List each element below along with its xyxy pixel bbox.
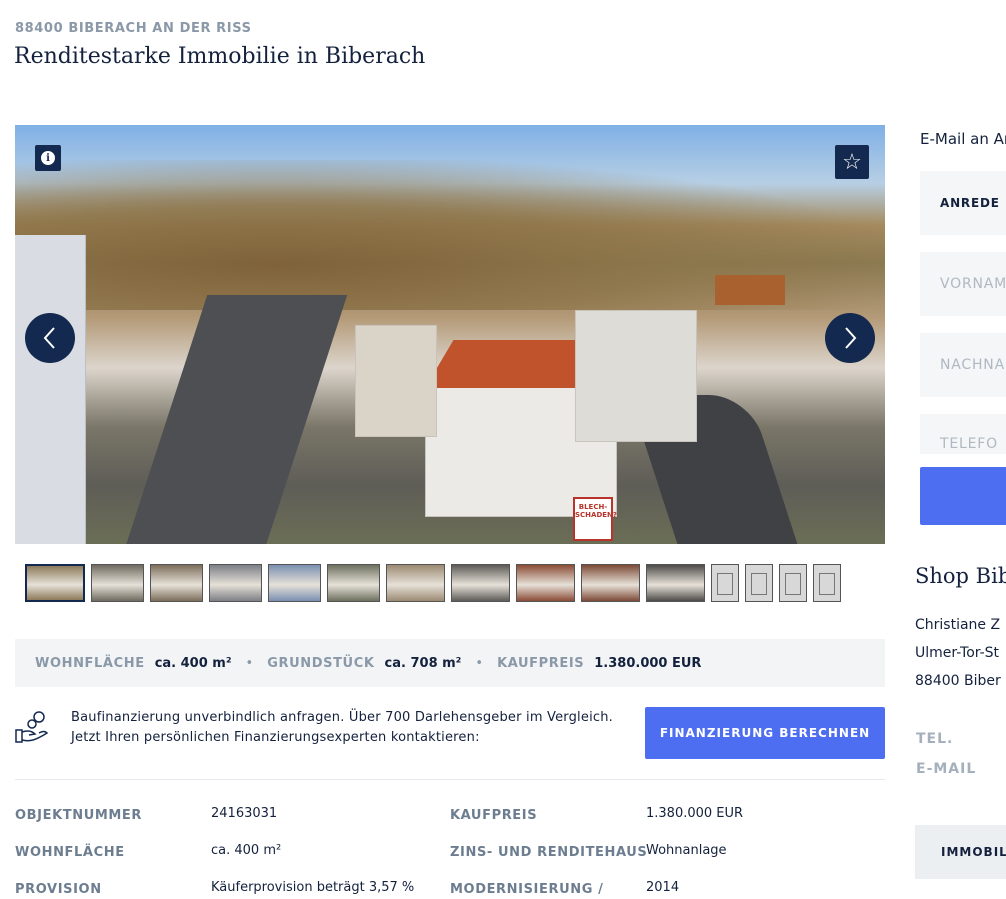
thumbnail-strip — [25, 564, 841, 604]
money-hand-icon — [15, 711, 49, 743]
detail-wohnflaeche-label: WOHNFLÄCHE — [15, 845, 125, 860]
fact-grundstueck-value: ca. 708 m² — [384, 655, 462, 671]
favorite-button[interactable]: ☆ — [835, 145, 869, 179]
fact-kaufpreis-label: KAUFPREIS — [497, 655, 585, 671]
detail-objektnummer-value: 24163031 — [211, 806, 278, 821]
thumbnail-photo[interactable] — [516, 564, 575, 602]
thumbnail-floorplan[interactable] — [745, 564, 773, 602]
thumbnail-photo[interactable] — [268, 564, 321, 602]
info-icon: i — [41, 151, 55, 165]
hero-image[interactable]: BLECH-SCHADEN? i ☆ — [15, 125, 885, 544]
detail-objektnummer-label: OBJEKTNUMMER — [15, 808, 143, 823]
thumbnail-photo[interactable] — [581, 564, 640, 602]
fact-grundstueck-label: GRUNDSTÜCK — [267, 655, 375, 671]
page-title: Renditestarke Immobilie in Biberach — [14, 44, 426, 69]
telefon-input[interactable]: TELEFO — [920, 414, 1006, 454]
hero-building-corner — [575, 310, 697, 442]
divider — [15, 779, 885, 780]
star-icon: ☆ — [842, 149, 862, 175]
fact-separator: • — [245, 655, 254, 671]
thumbnail-floorplan[interactable] — [813, 564, 841, 602]
finance-text: Baufinanzierung unverbindlich anfragen. … — [71, 708, 613, 748]
fact-wohnflaeche-value: ca. 400 m² — [154, 655, 232, 671]
shop-title: Shop Bib — [915, 564, 1006, 588]
thumbnail-photo[interactable] — [25, 564, 85, 602]
thumbnail-floorplan[interactable] — [711, 564, 739, 602]
thumbnail-floorplan[interactable] — [779, 564, 807, 602]
contact-form-title: E-Mail an Ar — [920, 130, 1006, 148]
detail-wohnflaeche-value: ca. 400 m² — [211, 843, 282, 858]
thumbnail-photo[interactable] — [386, 564, 445, 602]
detail-modernisierung-label: MODERNISIERUNG / — [450, 882, 604, 897]
thumbnail-photo[interactable] — [646, 564, 705, 602]
detail-provision-value: Käuferprovision beträgt 3,57 % — [211, 880, 415, 895]
hero-tower-block — [15, 235, 86, 544]
calculate-financing-button[interactable]: FINANZIERUNG BERECHNEN — [645, 707, 885, 759]
nachname-input[interactable]: NACHNA — [920, 333, 1006, 397]
thumbnail-photo[interactable] — [451, 564, 510, 602]
shop-street: Ulmer-Tor-St — [915, 645, 1000, 661]
detail-kaufpreis-label: KAUFPREIS — [450, 808, 538, 823]
vorname-input[interactable]: VORNAM — [920, 252, 1006, 316]
thumbnail-photo[interactable] — [327, 564, 380, 602]
shop-email-label: E-MAIL — [916, 761, 977, 777]
finance-line-2: Jetzt Ihren persönlichen Finanzierungsex… — [71, 730, 480, 745]
key-facts-bar: WOHNFLÄCHE ca. 400 m² • GRUNDSTÜCK ca. 7… — [15, 639, 885, 687]
detail-modernisierung-value: 2014 — [646, 880, 680, 895]
contact-submit-button[interactable] — [920, 467, 1006, 525]
hero-road — [122, 295, 348, 544]
info-button[interactable]: i — [35, 145, 61, 171]
gallery-prev-button[interactable] — [25, 313, 75, 363]
finance-line-1: Baufinanzierung unverbindlich anfragen. … — [71, 710, 614, 725]
hero-roof-yellow-house — [715, 275, 785, 305]
hero-building-row — [355, 325, 437, 437]
thumbnail-photo[interactable] — [150, 564, 203, 602]
shop-city: 88400 Biber — [915, 673, 1001, 689]
fact-separator: • — [475, 655, 484, 671]
detail-kaufpreis-value: 1.380.000 EUR — [646, 806, 744, 821]
fact-kaufpreis-value: 1.380.000 EUR — [594, 655, 702, 671]
fact-wohnflaeche-label: WOHNFLÄCHE — [35, 655, 145, 671]
thumbnail-photo[interactable] — [91, 564, 144, 602]
hero-sign: BLECH-SCHADEN? — [573, 497, 617, 541]
shop-tel-label: TEL. — [916, 731, 954, 747]
shop-contact-name: Christiane Z — [915, 617, 1001, 633]
detail-provision-label: PROVISION — [15, 882, 102, 897]
detail-typ-value: Wohnanlage — [646, 843, 727, 858]
anrede-select[interactable]: ANREDE — [920, 171, 1006, 235]
detail-typ-label: ZINS- UND RENDITEHAUS — [450, 845, 648, 860]
chevron-right-icon — [845, 327, 857, 349]
thumbnail-photo[interactable] — [209, 564, 262, 602]
gallery-next-button[interactable] — [825, 313, 875, 363]
chevron-left-icon — [43, 327, 55, 349]
shop-immobilien-button[interactable]: IMMOBILI — [915, 825, 1006, 879]
location-label: 88400 BIBERACH AN DER RISS — [15, 21, 252, 36]
